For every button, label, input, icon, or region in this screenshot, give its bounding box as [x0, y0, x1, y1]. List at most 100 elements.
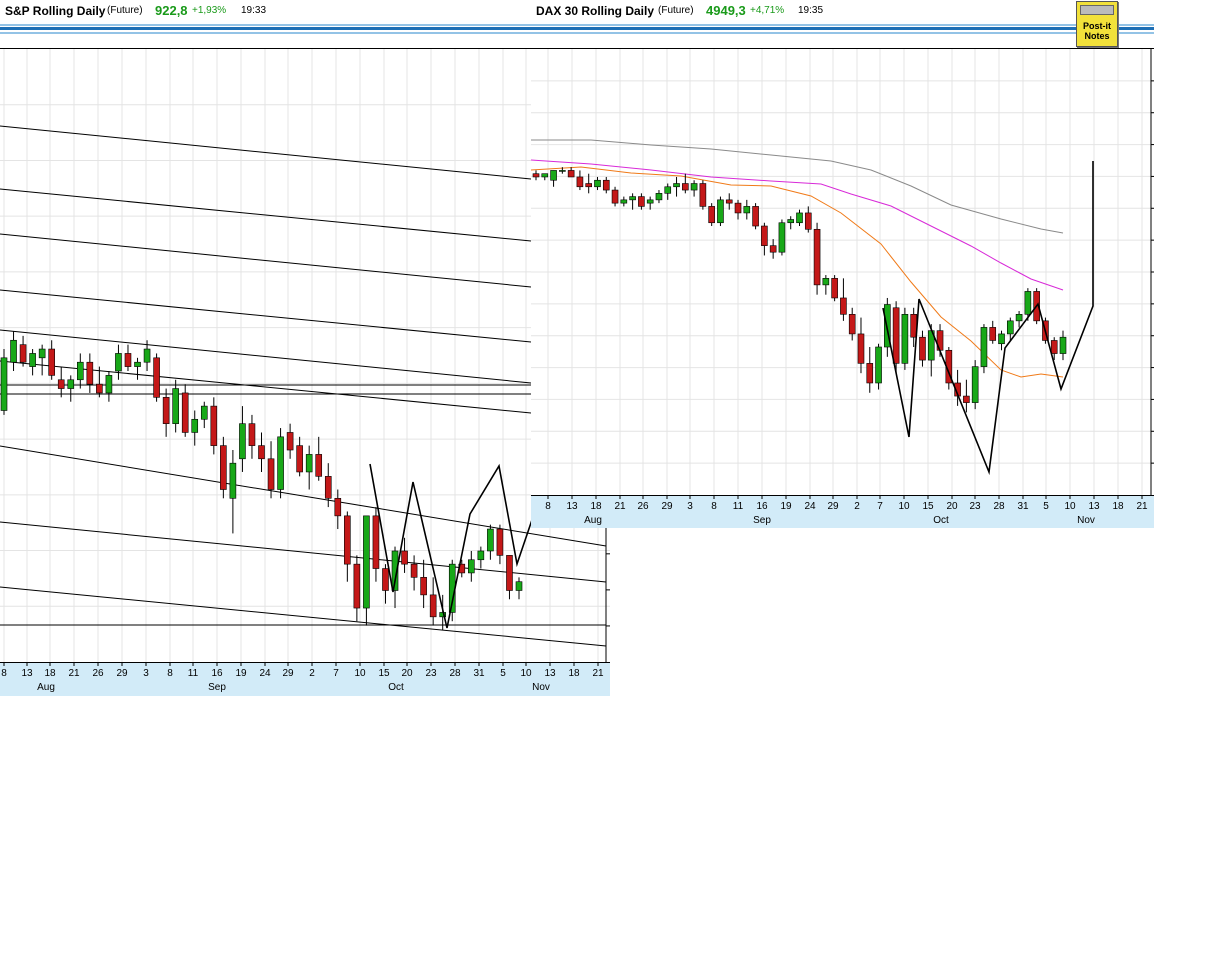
candle-body: [576, 176, 584, 188]
candle-body: [315, 454, 323, 477]
dax-chart-svg[interactable]: 8 13 18 21 26 29 3 8 11 16 19 24 29 2 7 10 15 20 23 28 31 5 10…: [531, 36, 1154, 528]
dax-chart-price: 4949,3: [706, 3, 746, 18]
x-tick-label: 10: [354, 668, 366, 679]
candle-body: [892, 307, 900, 364]
candle-body: [743, 206, 751, 214]
candle: [708, 203, 715, 227]
x-tick-label: 8: [1, 668, 7, 679]
sp-chart-divider: [0, 22, 610, 36]
candle-body: [86, 361, 94, 385]
x-month-label: Oct: [388, 682, 404, 693]
candle-body: [477, 550, 485, 561]
sp-chart-price: 922,8: [155, 3, 188, 18]
x-month-label: Aug: [584, 515, 602, 526]
candle-body: [550, 170, 557, 181]
candle-body: [0, 357, 8, 411]
candle-body: [857, 333, 865, 364]
candle-body: [29, 353, 36, 367]
candle: [875, 343, 882, 390]
x-tick-label: 29: [827, 501, 839, 512]
candle: [699, 180, 707, 210]
dax-chart-title: DAX 30 Rolling Daily: [536, 4, 655, 18]
candle-body: [420, 577, 427, 596]
candle-body: [210, 405, 218, 446]
x-tick-label: 26: [637, 501, 649, 512]
candle: [980, 324, 988, 374]
candle-body: [344, 515, 351, 565]
candle-body: [769, 245, 777, 253]
candle-body: [296, 445, 303, 473]
x-tick-label: 10: [898, 501, 910, 512]
candle-body: [673, 183, 680, 188]
x-tick-label: 26: [92, 668, 104, 679]
candle-body: [200, 405, 208, 420]
candle-body: [1015, 314, 1023, 322]
sp-chart-svg[interactable]: 8 13 18 21 26 29 3 8 11 16 19 24 29 2 7 10 15 20 23 28 31 5 10…: [0, 36, 610, 696]
candle: [831, 275, 838, 302]
candle-body: [487, 528, 494, 552]
x-tick-label: 24: [259, 668, 271, 679]
candle-body: [901, 314, 909, 364]
candle-body: [239, 423, 246, 460]
candle-body: [162, 397, 170, 424]
candle-body: [690, 183, 698, 191]
x-tick-label: 2: [854, 501, 860, 512]
candle-body: [646, 199, 654, 204]
x-tick-label: 18: [568, 668, 580, 679]
x-tick-label: 23: [425, 668, 437, 679]
candle-body: [401, 550, 408, 565]
x-tick-label: 18: [1112, 501, 1124, 512]
candle-body: [567, 170, 575, 178]
candle-body: [708, 206, 715, 224]
x-tick-label: 20: [401, 668, 413, 679]
candle-body: [468, 559, 475, 574]
candle: [778, 219, 786, 256]
candle-body: [124, 353, 132, 367]
candle-body: [105, 375, 113, 394]
candle-body: [267, 458, 275, 490]
candle-body: [532, 173, 540, 178]
candle-body: [67, 379, 75, 389]
x-tick-label: 13: [566, 501, 578, 512]
x-tick-label: 8: [545, 501, 551, 512]
candle-body: [778, 222, 786, 253]
candle-body: [1050, 340, 1058, 354]
candle-body: [305, 454, 313, 473]
x-tick-label: 31: [473, 668, 485, 679]
candle-body: [761, 225, 768, 246]
x-tick-label: 21: [592, 668, 604, 679]
post-it-notes-button[interactable]: Post-it Notes: [1076, 1, 1118, 47]
dax-chart-change: +4,71%: [750, 5, 785, 16]
candle-body: [787, 219, 795, 224]
dax-chart-time: 19:35: [798, 5, 824, 16]
candle-body: [38, 348, 46, 359]
candle: [717, 196, 724, 227]
x-month-label: Nov: [532, 682, 550, 693]
candle-body: [353, 563, 361, 609]
x-tick-label: 28: [449, 668, 461, 679]
candle-body: [115, 353, 122, 372]
candle-body: [813, 228, 821, 286]
candle-body: [372, 515, 380, 569]
x-tick-label: 3: [687, 501, 693, 512]
candle-body: [831, 278, 838, 299]
candle-body: [181, 392, 189, 433]
sp-chart-header: S&P Rolling Daily (Future) 922,8 +1,93% …: [0, 0, 610, 22]
x-month-label: Sep: [208, 682, 226, 693]
candle-body: [1024, 291, 1032, 315]
x-tick-label: 20: [946, 501, 958, 512]
x-tick-label: 3: [143, 668, 149, 679]
candle-body: [602, 179, 610, 191]
x-month-label: Nov: [1077, 515, 1095, 526]
candle-body: [585, 183, 593, 188]
candle-body: [725, 199, 733, 204]
x-tick-label: 15: [922, 501, 934, 512]
candle-body: [971, 366, 979, 403]
x-month-label: Oct: [933, 515, 949, 526]
candle: [752, 203, 759, 230]
dax-chart-divider: [531, 22, 1154, 36]
x-tick-label: 24: [804, 501, 816, 512]
candle-body: [655, 193, 663, 201]
x-tick-label: 21: [614, 501, 626, 512]
post-it-clip-icon: [1080, 5, 1114, 15]
